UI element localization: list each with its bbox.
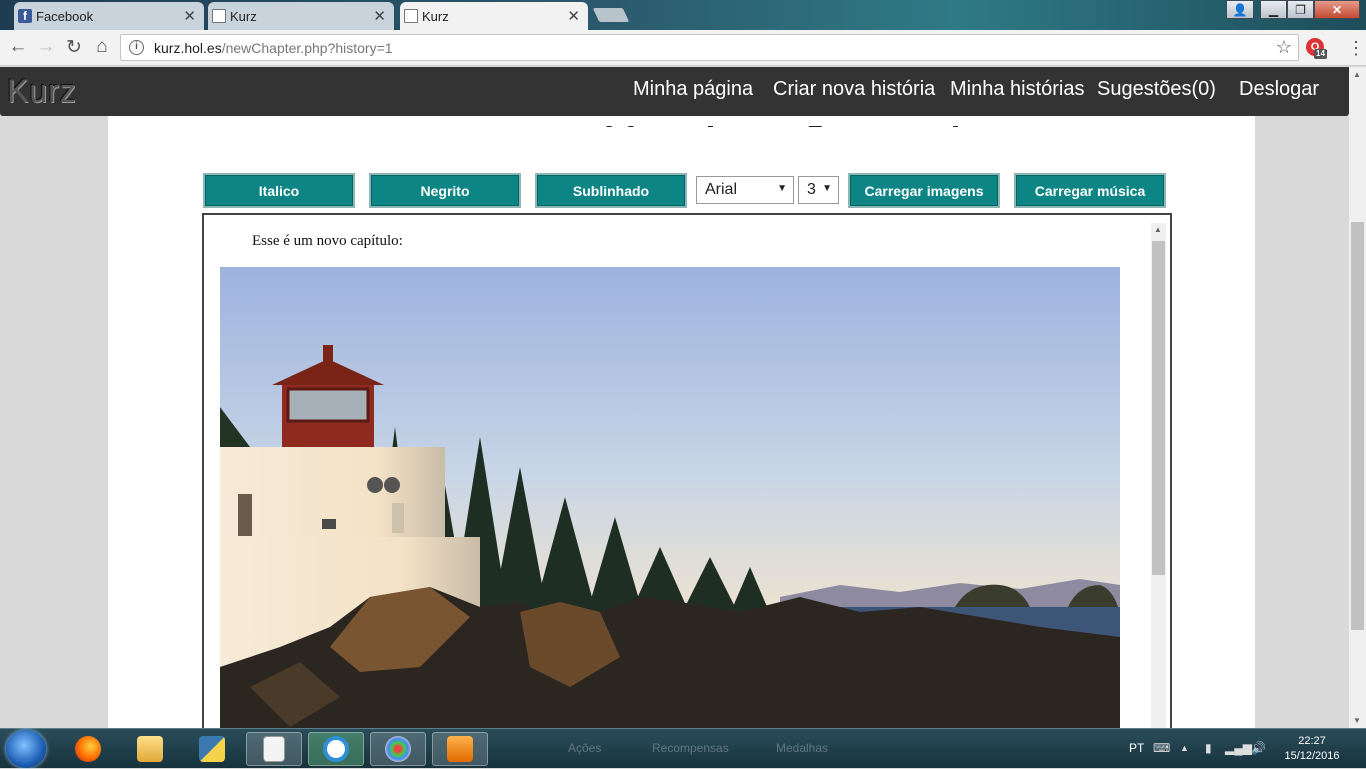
paint-palette-icon [385,736,411,762]
url-path: /newChapter.php?history=1 [221,39,393,56]
python-taskbar-button[interactable] [184,732,240,766]
page-icon [212,9,226,23]
back-icon[interactable]: ← [6,36,30,58]
chapter-editor[interactable]: Esse é um novo capítulo: ▲ [202,213,1172,728]
nav-minhas-historias[interactable]: Minha histórias [950,78,1085,101]
maximize-button[interactable]: ❐ [1287,0,1314,19]
bold-button[interactable]: Negrito [369,173,521,208]
firefox-icon [75,736,101,762]
tab-kurz-active[interactable]: Kurz ✕ [400,2,588,30]
menu-icon[interactable]: ⋮ [1347,38,1365,59]
ghost-label: Medalhas [776,741,829,755]
browser-titlebar: f Facebook ✕ Kurz ✕ Kurz ✕ 👤 ▁ ❐ ✕ [0,0,1366,30]
document-icon [263,736,285,762]
media-player-taskbar-button[interactable] [432,732,488,766]
tab-facebook[interactable]: f Facebook ✕ [14,2,204,30]
italic-button[interactable]: Italico [203,173,355,208]
font-family-select[interactable]: Arial ▼ [696,176,794,204]
nav-criar-historia[interactable]: Criar nova história [773,78,935,101]
volume-icon[interactable]: 🔊 [1251,741,1266,755]
font-family-value: Arial [705,181,738,198]
address-bar[interactable]: i kurz.hol.es/newChapter.php?history=1 ☆ [120,34,1299,61]
url-host: kurz.hol.es [154,39,222,56]
network-signal-icon[interactable]: ▂▄▆ [1225,741,1252,755]
forward-icon[interactable]: → [34,36,58,58]
home-icon[interactable]: ⌂ [90,36,114,58]
font-size-value: 3 [807,181,816,198]
uplay-icon [323,736,349,762]
tab-title: Kurz [230,8,257,24]
page-title-glyph-fragments [606,114,958,127]
bookmark-star-icon[interactable]: ☆ [1276,37,1292,58]
system-tray: PT ⌨ ▲ ▮ ▂▄▆ 🔊 22:27 15/12/2016 [1125,729,1366,769]
page-viewport: Italico Negrito Sublinhado Arial ▼ 3 ▼ C… [0,67,1349,728]
extension-badge: 14 [1314,49,1327,59]
minimize-button[interactable]: ▁ [1260,0,1287,19]
battery-icon[interactable]: ▮ [1205,741,1212,755]
site-navbar: Kurz Minha página Criar nova história Mi… [0,67,1349,116]
nav-deslogar[interactable]: Deslogar [1239,78,1319,101]
font-size-select[interactable]: 3 ▼ [798,176,839,204]
ghost-label: Recompensas [652,741,729,755]
underline-button[interactable]: Sublinhado [535,173,687,208]
editor-scrollbar-thumb[interactable] [1152,241,1165,575]
clock[interactable]: 22:27 15/12/2016 [1277,734,1347,764]
uplay-taskbar-button[interactable] [308,732,364,766]
start-button[interactable] [6,730,46,768]
upload-music-button[interactable]: Carregar música [1014,173,1166,208]
scroll-up-icon[interactable]: ▲ [1353,70,1361,79]
paint-taskbar-button[interactable] [370,732,426,766]
window-controls: 👤 ▁ ❐ ✕ [1226,0,1360,19]
explorer-taskbar-button[interactable] [122,732,178,766]
page-icon [404,9,418,23]
new-tab-button[interactable] [592,8,630,22]
user-profile-icon[interactable]: 👤 [1226,0,1254,19]
media-player-icon [447,736,473,762]
nav-sugestoes[interactable]: Sugestões(0) [1097,78,1216,101]
dropdown-arrow-icon: ▼ [777,183,787,194]
site-logo[interactable]: Kurz [7,73,77,110]
close-window-button[interactable]: ✕ [1314,0,1360,19]
page-scrollbar-thumb[interactable] [1351,222,1364,630]
info-icon[interactable]: i [129,40,144,55]
clock-date: 15/12/2016 [1284,750,1340,762]
browser-toolbar: ← → ↻ ⌂ i kurz.hol.es/newChapter.php?his… [0,30,1366,66]
editor-text[interactable]: Esse é um novo capítulo: [252,233,403,250]
nav-minha-pagina[interactable]: Minha página [633,78,753,101]
tab-kurz-1[interactable]: Kurz ✕ [208,2,394,30]
scroll-down-icon[interactable]: ▼ [1353,716,1361,725]
scroll-up-icon[interactable]: ▲ [1154,225,1162,234]
language-indicator[interactable]: PT [1129,741,1144,755]
extension-icon[interactable]: O 14 [1306,38,1327,59]
clock-time: 22:27 [1298,735,1326,747]
facebook-icon: f [18,9,32,23]
tab-title: Facebook [36,8,94,24]
page-scrollbar[interactable]: ▲ ▼ [1349,67,1366,728]
lighthouse-image [220,267,1120,728]
python-icon [199,736,225,762]
close-icon[interactable]: ✕ [183,7,196,25]
upload-images-button[interactable]: Carregar imagens [848,173,1000,208]
editor-scrollbar[interactable]: ▲ [1151,223,1166,728]
tray-expand-icon[interactable]: ▲ [1180,743,1189,753]
notepad-taskbar-button[interactable] [246,732,302,766]
close-icon[interactable]: ✕ [373,7,386,25]
dropdown-arrow-icon: ▼ [822,183,832,194]
ghost-label: Ações [568,741,602,755]
keyboard-icon[interactable]: ⌨ [1153,741,1170,755]
firefox-taskbar-button[interactable] [60,732,116,766]
taskbar: Ações Recompensas Medalhas PT ⌨ ▲ ▮ ▂▄▆ … [0,728,1366,768]
close-icon[interactable]: ✕ [567,7,580,25]
folder-icon [137,736,163,762]
reload-icon[interactable]: ↻ [62,36,86,59]
tab-title: Kurz [422,8,449,24]
lighthouse-image-illustration [220,267,1120,728]
